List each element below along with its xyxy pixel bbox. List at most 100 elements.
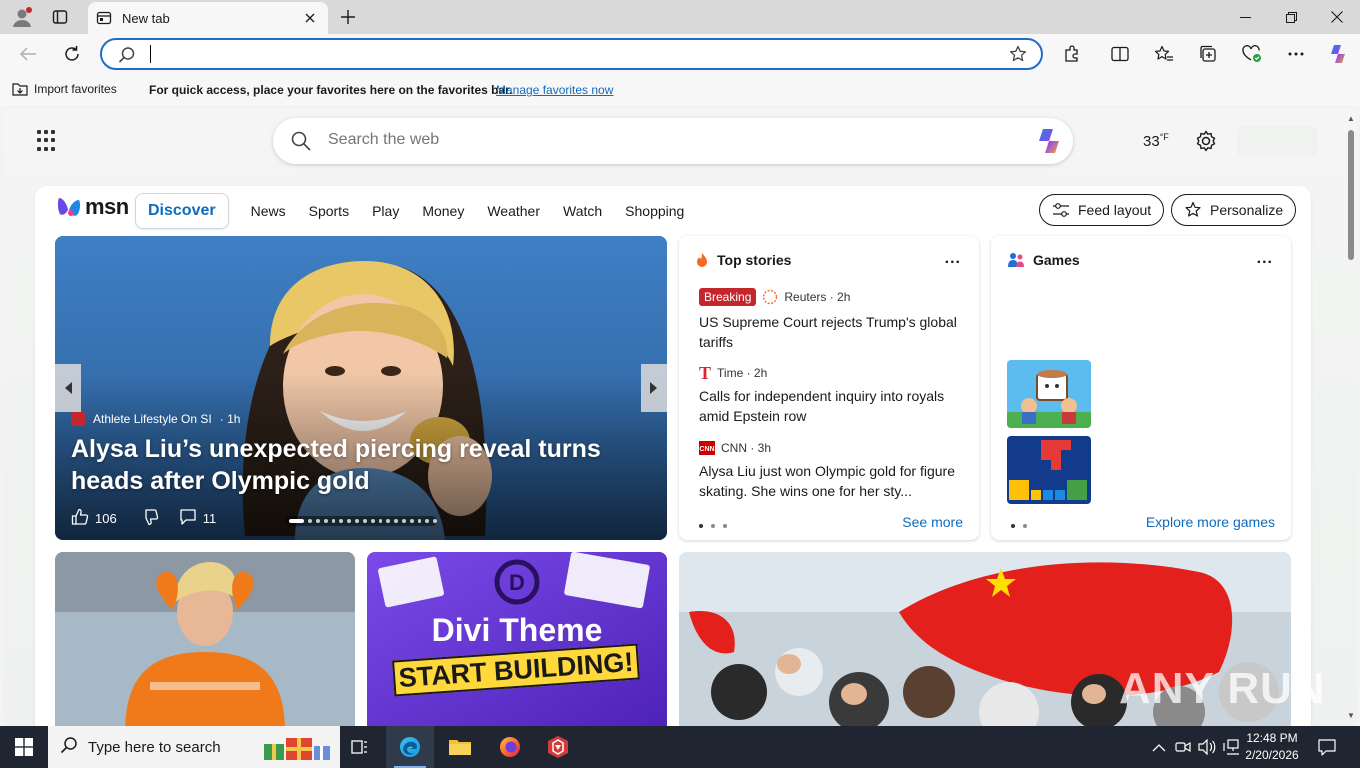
copilot-icon[interactable] xyxy=(1324,40,1352,68)
game-tile-blocks[interactable] xyxy=(1007,436,1091,504)
copilot-icon[interactable] xyxy=(1033,126,1063,156)
story-item[interactable]: CNN CNN · 3h Alysa Liu just won Olympic … xyxy=(699,441,969,501)
top-stories-more-button[interactable]: ... xyxy=(945,250,961,268)
divi-title: Divi Theme xyxy=(431,612,603,648)
carousel-indicator[interactable] xyxy=(285,516,438,526)
app-launcher-icon[interactable] xyxy=(37,130,59,152)
security-app-icon[interactable] xyxy=(534,726,582,768)
hero-headline[interactable]: Alysa Liu’s unexpected piercing reveal t… xyxy=(71,433,651,497)
reuters-logo-icon xyxy=(763,289,778,305)
tab-actions-icon[interactable] xyxy=(48,5,72,29)
gear-icon[interactable] xyxy=(1195,130,1217,157)
carousel-next-button[interactable] xyxy=(641,364,667,412)
feed-layout-label: Feed layout xyxy=(1078,202,1152,218)
notifications-icon[interactable] xyxy=(1318,738,1336,761)
close-window-button[interactable] xyxy=(1314,0,1360,34)
task-view-icon[interactable] xyxy=(336,726,384,768)
personalize-button[interactable]: Personalize xyxy=(1171,194,1297,226)
hero-time: · 1h xyxy=(219,412,241,426)
profile-icon[interactable] xyxy=(10,5,34,29)
address-bar[interactable] xyxy=(100,38,1043,70)
tab-play[interactable]: Play xyxy=(372,203,399,219)
hero-carousel[interactable]: Athlete Lifestyle On SI · 1h Alysa Liu’s… xyxy=(55,236,667,540)
top-stories-pager[interactable] xyxy=(699,524,727,528)
add-favorite-star-icon[interactable] xyxy=(1009,45,1027,68)
news-card-skater[interactable] xyxy=(55,552,355,726)
personalize-label: Personalize xyxy=(1210,202,1284,218)
web-search-input[interactable] xyxy=(328,131,968,149)
import-favorites-icon xyxy=(12,83,28,96)
see-more-link[interactable]: See more xyxy=(902,514,963,530)
browser-essentials-icon[interactable] xyxy=(1238,40,1266,68)
back-button[interactable] xyxy=(14,40,42,68)
manage-favorites-link[interactable]: Manage favorites now xyxy=(496,83,613,97)
new-tab-page: 33°F Sign in msn Discover News Sports Pl… xyxy=(3,108,1357,726)
story-title: Calls for independent inquiry into royal… xyxy=(699,388,945,424)
clock-date: 2/20/2026 xyxy=(1245,748,1299,762)
tab-new-tab[interactable]: New tab xyxy=(88,2,328,34)
web-search-box[interactable] xyxy=(273,118,1073,164)
story-item[interactable]: T Time · 2h Calls for independent inquir… xyxy=(699,363,969,426)
address-input[interactable] xyxy=(154,44,994,64)
feed-layout-button[interactable]: Feed layout xyxy=(1039,194,1165,226)
show-hidden-icons-chevron-icon[interactable] xyxy=(1152,740,1166,758)
svg-text:CNN: CNN xyxy=(699,446,714,453)
import-favorites-button[interactable]: Import favorites xyxy=(12,82,117,96)
tab-discover[interactable]: Discover xyxy=(135,193,229,229)
edge-taskbar-icon[interactable] xyxy=(386,726,434,768)
file-explorer-icon[interactable] xyxy=(436,726,484,768)
taskbar-search-box[interactable]: Type here to search xyxy=(48,726,340,768)
ad-card-divi[interactable]: D Divi Theme START BUILDING! xyxy=(367,552,667,726)
start-button[interactable] xyxy=(0,726,48,768)
new-tab-button[interactable] xyxy=(336,5,360,29)
scroll-down-arrow-icon[interactable]: ▼ xyxy=(1347,711,1355,720)
volume-icon[interactable] xyxy=(1198,738,1216,760)
story-item[interactable]: Breaking Reuters · 2h US Supreme Court r… xyxy=(699,288,969,352)
hero-source: Athlete Lifestyle On SI · 1h xyxy=(71,412,240,426)
extensions-icon[interactable] xyxy=(1058,40,1086,68)
game-tile-puzzle[interactable] xyxy=(1007,360,1091,428)
windows-taskbar: Type here to search 12:48 PM 2/20/2026 xyxy=(0,726,1360,768)
games-pager[interactable] xyxy=(1011,524,1027,528)
explore-more-games-link[interactable]: Explore more games xyxy=(1146,514,1275,530)
tab-weather[interactable]: Weather xyxy=(487,203,540,219)
tab-money[interactable]: Money xyxy=(422,203,464,219)
favorites-bar: Import favorites For quick access, place… xyxy=(0,74,1360,106)
watermark: ANY RUN xyxy=(1119,664,1326,713)
tab-shopping[interactable]: Shopping xyxy=(625,203,684,219)
refresh-button[interactable] xyxy=(58,40,86,68)
split-screen-icon[interactable] xyxy=(1106,40,1134,68)
carousel-prev-button[interactable] xyxy=(55,364,81,412)
new-tab-icon xyxy=(96,10,112,26)
close-tab-icon[interactable] xyxy=(300,8,320,28)
search-icon xyxy=(60,736,78,759)
thumbs-up-icon[interactable] xyxy=(71,508,89,529)
top-stories-header: Top stories xyxy=(695,252,791,268)
msn-logo[interactable]: msn xyxy=(57,194,129,220)
taskbar-clock[interactable]: 12:48 PM 2/20/2026 xyxy=(1240,730,1304,764)
firefox-icon[interactable] xyxy=(486,726,534,768)
page-scrollbar[interactable]: ▲ ▼ xyxy=(1345,108,1357,726)
minimize-button[interactable] xyxy=(1222,0,1268,34)
publisher-logo xyxy=(71,412,85,426)
gift-boxes-icon xyxy=(262,734,332,767)
restore-button[interactable] xyxy=(1268,0,1314,34)
tab-news[interactable]: News xyxy=(251,203,286,219)
more-options-icon[interactable] xyxy=(1282,40,1310,68)
time-logo-icon: T xyxy=(699,363,712,383)
collections-icon[interactable] xyxy=(1194,40,1222,68)
weather-temperature[interactable]: 33°F xyxy=(1143,132,1169,150)
sign-in-button[interactable]: Sign in xyxy=(1237,126,1317,156)
scroll-thumb[interactable] xyxy=(1348,130,1354,260)
favorites-icon[interactable] xyxy=(1150,40,1178,68)
comment-icon[interactable] xyxy=(179,508,197,529)
msn-nav: Discover News Sports Play Money Weather … xyxy=(135,193,707,229)
tab-sports[interactable]: Sports xyxy=(309,203,349,219)
tab-watch[interactable]: Watch xyxy=(563,203,602,219)
thumbs-down-icon[interactable] xyxy=(141,508,159,529)
scroll-up-arrow-icon[interactable]: ▲ xyxy=(1347,114,1355,123)
network-icon[interactable] xyxy=(1222,739,1240,760)
games-more-button[interactable]: ... xyxy=(1257,250,1273,268)
games-card: Games ... Explore more games xyxy=(991,236,1291,540)
meet-now-icon[interactable] xyxy=(1175,739,1191,760)
